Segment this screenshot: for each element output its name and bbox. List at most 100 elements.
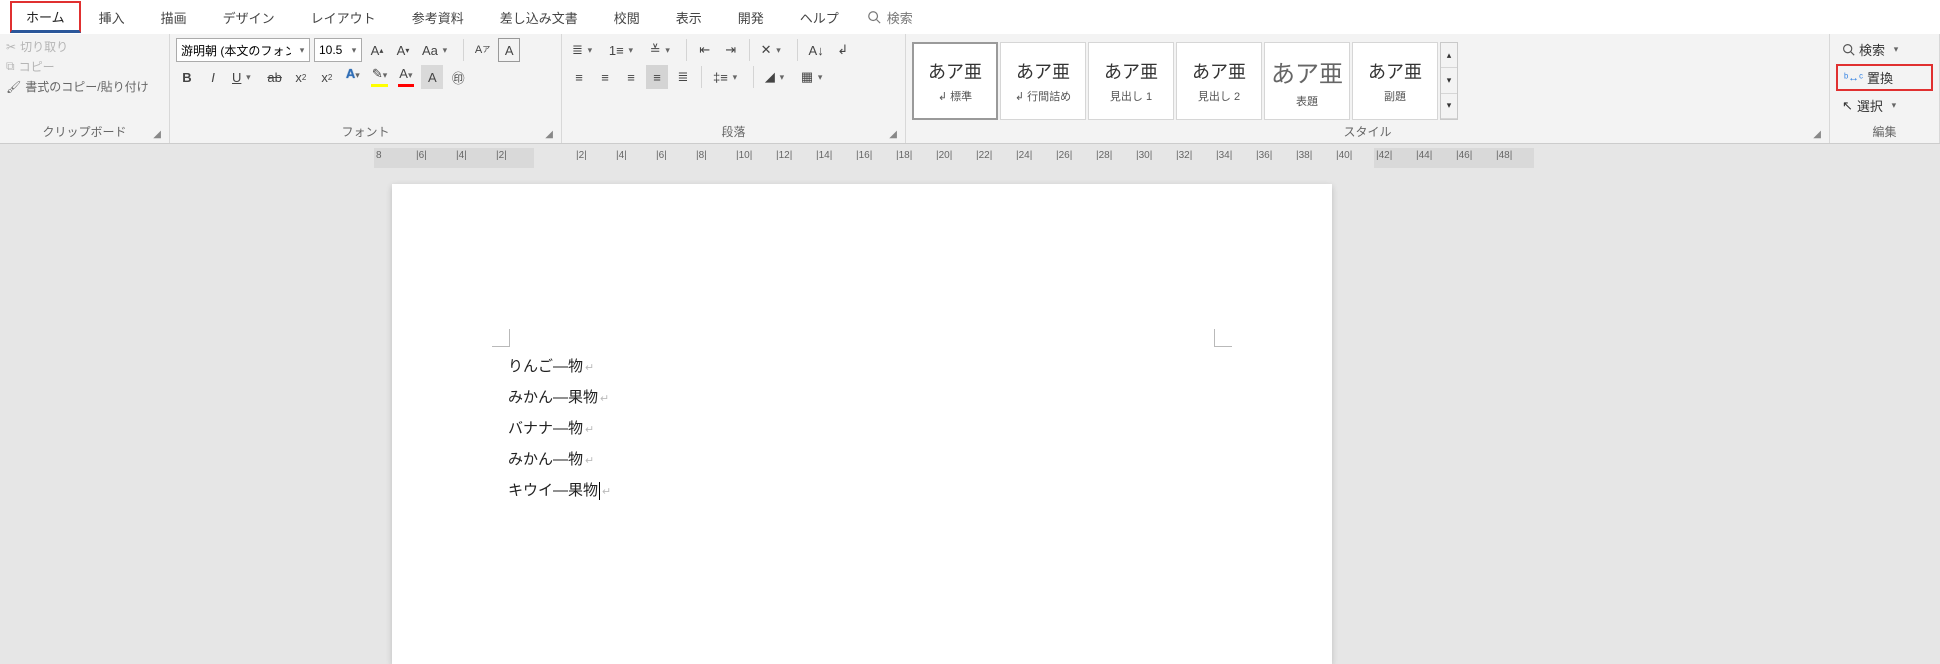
- scissors-icon: ✂: [6, 40, 16, 54]
- select-label: 選択: [1857, 96, 1883, 115]
- tab-developer[interactable]: 開発: [720, 2, 782, 33]
- indent-icon: ⇥: [725, 42, 736, 58]
- chevron-down-icon[interactable]: ▾: [295, 45, 309, 56]
- tab-layout[interactable]: レイアウト: [293, 2, 394, 33]
- line-spacing-icon: ‡≡: [713, 70, 728, 85]
- horizontal-ruler[interactable]: 8|6||4||2||2||4||6||8||10||12||14||16||1…: [374, 148, 1534, 168]
- highlight-button[interactable]: ✎▾: [368, 65, 391, 89]
- paragraph-dialog-launcher[interactable]: ◢: [889, 129, 897, 140]
- font-size-input[interactable]: [315, 39, 347, 61]
- text-line[interactable]: バナナ―物: [508, 414, 611, 445]
- shading-button[interactable]: ◢▾: [761, 65, 793, 89]
- text-line[interactable]: みかん―物: [508, 445, 611, 476]
- bullets-button[interactable]: ≣▾: [568, 38, 601, 62]
- font-size-combo[interactable]: ▾: [314, 38, 362, 62]
- format-painter-button[interactable]: 🖌 書式のコピー/貼り付け: [6, 78, 163, 95]
- format-painter-label: 書式のコピー/貼り付け: [25, 78, 148, 95]
- tab-mailings[interactable]: 差し込み文書: [482, 2, 596, 33]
- text-line[interactable]: みかん―果物: [508, 383, 611, 414]
- clipboard-dialog-launcher[interactable]: ◢: [153, 129, 161, 140]
- style-sample: あア亜: [1271, 54, 1343, 89]
- tell-me-search[interactable]: 検索: [867, 8, 913, 27]
- italic-button[interactable]: I: [202, 65, 224, 89]
- style-sample: あア亜: [1192, 58, 1246, 84]
- font-dialog-launcher[interactable]: ◢: [545, 129, 553, 140]
- tab-home[interactable]: ホーム: [10, 1, 81, 33]
- decrease-indent-button[interactable]: ⇤: [694, 38, 716, 62]
- styles-dialog-launcher[interactable]: ◢: [1813, 129, 1821, 140]
- replace-button[interactable]: ᵇ↔ᶜ 置換: [1836, 64, 1933, 91]
- numbering-button[interactable]: 1≡▾: [605, 38, 642, 62]
- text-line[interactable]: りんご―物: [508, 352, 611, 383]
- bold-button[interactable]: B: [176, 65, 198, 89]
- enclose-characters-button[interactable]: ㊞: [447, 65, 469, 89]
- distribute-button[interactable]: ≣: [672, 65, 694, 89]
- tab-design[interactable]: デザイン: [205, 2, 293, 33]
- line-spacing-button[interactable]: ‡≡▾: [709, 65, 746, 89]
- chevron-down-icon[interactable]: ▾: [347, 45, 361, 56]
- gallery-more-button[interactable]: ▾: [1441, 94, 1457, 119]
- font-name-combo[interactable]: ▾: [176, 38, 310, 62]
- style-normal[interactable]: あア亜 ↲ 標準: [912, 42, 998, 120]
- tab-insert[interactable]: 挿入: [81, 2, 143, 33]
- grow-font-button[interactable]: A▴: [366, 38, 388, 62]
- asian-layout-button[interactable]: ✕▾: [757, 38, 790, 62]
- text-line[interactable]: キウイ―果物: [508, 476, 611, 507]
- ribbon-tabs: ホーム 挿入 描画 デザイン レイアウト 参考資料 差し込み文書 校閲 表示 開…: [0, 0, 1940, 34]
- style-name: 副題: [1384, 88, 1406, 104]
- tab-view[interactable]: 表示: [658, 2, 720, 33]
- increase-indent-button[interactable]: ⇥: [720, 38, 742, 62]
- find-button[interactable]: 検索 ▾: [1836, 38, 1933, 61]
- cut-button[interactable]: ✂ 切り取り: [6, 38, 163, 55]
- style-title[interactable]: あア亜 表題: [1264, 42, 1350, 120]
- character-shading-button[interactable]: A: [421, 65, 443, 89]
- document-body[interactable]: りんご―物みかん―果物バナナ―物みかん―物キウイ―果物: [508, 352, 611, 507]
- ribbon: ✂ 切り取り ⧉ コピー 🖌 書式のコピー/貼り付け クリップボード ◢ ▾: [0, 34, 1940, 144]
- strikethrough-button[interactable]: ab: [263, 65, 285, 89]
- text-effects-button[interactable]: A▾: [342, 65, 364, 89]
- document-page[interactable]: りんご―物みかん―果物バナナ―物みかん―物キウイ―果物: [392, 184, 1332, 664]
- style-name: ↲ 標準: [938, 88, 972, 104]
- margin-corner-tl: [492, 329, 510, 347]
- brush-icon: 🖌: [6, 80, 21, 94]
- font-color-button[interactable]: A▾: [395, 65, 417, 89]
- shrink-font-button[interactable]: A▾: [392, 38, 414, 62]
- show-marks-button[interactable]: ↲: [832, 38, 854, 62]
- justify-button[interactable]: ≡: [646, 65, 668, 89]
- pilcrow-icon: ↲: [837, 42, 848, 58]
- align-center-button[interactable]: ≡: [594, 65, 616, 89]
- tab-review[interactable]: 校閲: [596, 2, 658, 33]
- gallery-up-button[interactable]: ▴: [1441, 43, 1457, 68]
- sort-button[interactable]: A↓: [805, 38, 828, 62]
- search-placeholder: 検索: [887, 8, 913, 27]
- multilevel-list-button[interactable]: ≚▾: [646, 38, 679, 62]
- align-right-icon: ≡: [627, 70, 635, 85]
- find-label: 検索: [1859, 40, 1885, 59]
- tab-draw[interactable]: 描画: [143, 2, 205, 33]
- clear-formatting-button[interactable]: A: [498, 38, 520, 62]
- style-sample: あア亜: [1016, 58, 1070, 84]
- select-button[interactable]: ↖ 選択 ▾: [1836, 94, 1933, 117]
- copy-button[interactable]: ⧉ コピー: [6, 58, 163, 75]
- subscript-button[interactable]: x2: [290, 65, 312, 89]
- phonetic-guide-button[interactable]: Aア: [471, 38, 494, 62]
- style-subtitle[interactable]: あア亜 副題: [1352, 42, 1438, 120]
- style-no-spacing[interactable]: あア亜 ↲ 行間詰め: [1000, 42, 1086, 120]
- tab-help[interactable]: ヘルプ: [782, 2, 857, 33]
- superscript-button[interactable]: x2: [316, 65, 338, 89]
- change-case-button[interactable]: Aa▾: [418, 38, 456, 62]
- search-icon: [1842, 43, 1855, 56]
- style-heading1[interactable]: あア亜 見出し 1: [1088, 42, 1174, 120]
- tab-references[interactable]: 参考資料: [394, 2, 482, 33]
- gallery-down-button[interactable]: ▾: [1441, 68, 1457, 93]
- underline-button[interactable]: U▾: [228, 65, 259, 89]
- style-sample: あア亜: [1368, 58, 1422, 84]
- borders-button[interactable]: ▦▾: [797, 65, 831, 89]
- align-center-icon: ≡: [601, 70, 609, 85]
- style-name: 見出し 1: [1110, 88, 1152, 104]
- align-right-button[interactable]: ≡: [620, 65, 642, 89]
- sort-icon: A↓: [809, 43, 824, 58]
- style-heading2[interactable]: あア亜 見出し 2: [1176, 42, 1262, 120]
- align-left-button[interactable]: ≡: [568, 65, 590, 89]
- font-name-input[interactable]: [177, 39, 295, 61]
